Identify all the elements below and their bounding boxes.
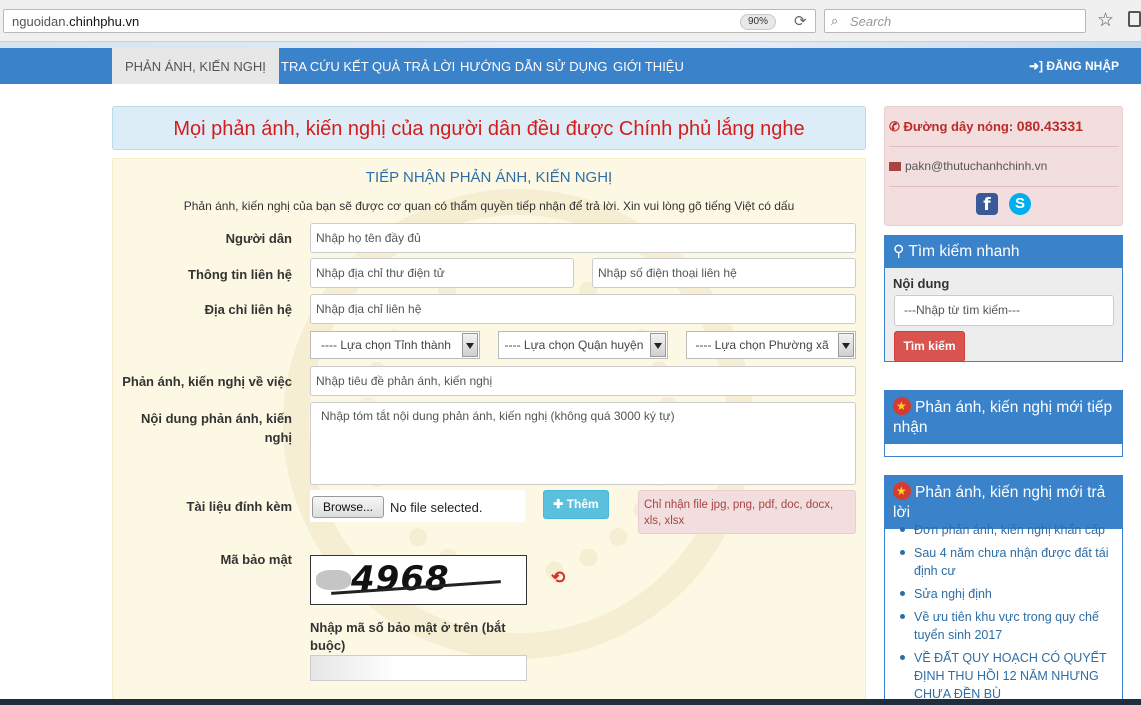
- label-contact-info: Thông tin liên hệ: [188, 267, 292, 282]
- emblem-icon: [893, 481, 911, 501]
- divider: [889, 146, 1119, 147]
- phone-icon: ✆: [889, 119, 904, 134]
- label-contact-address: Địa chỉ liên hệ: [204, 302, 292, 317]
- list-item[interactable]: Về ưu tiên khu vực trong quy chế tuyển s…: [898, 608, 1120, 644]
- new-received-panel: Phản ánh, kiến nghị mới tiếp nhận: [884, 390, 1123, 457]
- list-item[interactable]: VỀ ĐẤT QUY HOẠCH CÓ QUYẾT ĐỊNH THU HỒI 1…: [898, 649, 1120, 703]
- quick-search-title: Tìm kiếm nhanh: [908, 243, 1020, 260]
- login-icon: ➜]: [1028, 59, 1047, 73]
- label-content: Nội dung phản ánh, kiến nghị: [141, 411, 292, 445]
- login-link[interactable]: ➜] ĐĂNG NHẬP: [1029, 48, 1119, 84]
- slogan-banner: Mọi phản ánh, kiến nghị của người dân đề…: [112, 106, 866, 150]
- emblem-icon: [893, 396, 911, 416]
- content-textarea[interactable]: Nhập tóm tắt nội dung phản ánh, kiến ngh…: [310, 402, 856, 485]
- captcha-input[interactable]: [310, 655, 527, 681]
- new-received-title: Phản ánh, kiến nghị mới tiếp nhận: [893, 399, 1113, 436]
- envelope-icon: [889, 162, 901, 171]
- browse-button[interactable]: Browse...: [312, 496, 384, 518]
- quick-search-header: ⚲ Tìm kiếm nhanh: [885, 236, 1122, 268]
- form-title: TIẾP NHẬN PHẢN ÁNH, KIẾN NGHỊ: [365, 169, 613, 186]
- chevron-down-icon: [838, 333, 854, 357]
- nav-item-about[interactable]: GIỚI THIỆU: [600, 48, 697, 84]
- label-subject: Phản ánh, kiến nghị về việc: [122, 374, 292, 389]
- quick-search-button[interactable]: Tìm kiếm: [894, 331, 965, 362]
- answered-list: Đơn phản ánh, kiến nghị khẩn cấp Sau 4 n…: [898, 521, 1120, 705]
- new-received-header[interactable]: Phản ánh, kiến nghị mới tiếp nhận: [885, 391, 1122, 444]
- district-select[interactable]: ---- Lựa chọn Quận huyện: [498, 331, 668, 359]
- captcha-noise: [316, 570, 351, 590]
- captcha-image: 4968: [310, 555, 527, 605]
- province-select[interactable]: ---- Lựa chọn Tỉnh thành: [310, 331, 480, 359]
- ward-select[interactable]: ---- Lựa chọn Phường xã: [686, 331, 856, 359]
- zoom-indicator[interactable]: 90%: [740, 14, 776, 30]
- ward-select-value: ---- Lựa chọn Phường xã: [695, 338, 829, 352]
- url-text: nguoidan.chinhphu.vn: [12, 14, 140, 29]
- label-attachment: Tài liệu đính kèm: [186, 499, 292, 514]
- browser-toolbar: nguoidan.chinhphu.vn 90% ⟳ ⌕ Search ☆: [0, 0, 1141, 42]
- reload-icon[interactable]: ⟳: [794, 12, 807, 30]
- file-status: No file selected.: [390, 500, 483, 515]
- captcha-code: 4968: [351, 559, 450, 599]
- district-select-value: ---- Lựa chọn Quận huyện: [504, 338, 644, 352]
- chevron-down-icon: [462, 333, 478, 357]
- login-label: ĐĂNG NHẬP: [1046, 59, 1119, 73]
- name-input[interactable]: Nhập họ tên đầy đủ: [310, 223, 856, 253]
- divider: [889, 186, 1119, 187]
- address-bar[interactable]: nguoidan.chinhphu.vn 90% ⟳: [3, 9, 816, 33]
- nav-item-feedback[interactable]: PHẢN ÁNH, KIẾN NGHỊ: [112, 48, 279, 84]
- file-type-note: Chỉ nhận file jpg, png, pdf, doc, docx, …: [638, 490, 856, 534]
- address-input[interactable]: Nhập địa chỉ liên hệ: [310, 294, 856, 324]
- list-item[interactable]: Sau 4 năm chưa nhận được đất tái định cư: [898, 544, 1120, 580]
- captcha-refresh-icon[interactable]: ⟲: [551, 568, 565, 588]
- contact-email-text: pakn@thutuchanhchinh.vn: [905, 159, 1048, 173]
- add-file-label: Thêm: [566, 497, 599, 511]
- slogan-text: Mọi phản ánh, kiến nghị của người dân đề…: [173, 118, 805, 140]
- quick-search-label: Nội dung: [893, 276, 950, 291]
- browser-search-placeholder: Search: [850, 14, 892, 29]
- contact-email[interactable]: pakn@thutuchanhchinh.vn: [889, 159, 1047, 173]
- skype-icon[interactable]: S: [1009, 193, 1031, 215]
- chevron-down-icon: [650, 333, 666, 357]
- list-item[interactable]: Sửa nghị định: [898, 585, 1120, 603]
- list-item[interactable]: Đơn phản ánh, kiến nghị khẩn cấp: [898, 521, 1120, 539]
- phone-input[interactable]: Nhập số điện thoại liên hệ: [592, 258, 856, 288]
- main-nav: PHẢN ÁNH, KIẾN NGHỊ TRA CỨU KẾT QUẢ TRẢ …: [0, 48, 1141, 84]
- hotline: ✆ Đường dây nóng: 080.43331: [889, 118, 1083, 135]
- search-icon: ⌕: [831, 13, 839, 28]
- quick-search-input[interactable]: ---Nhập từ tìm kiếm---: [894, 295, 1114, 326]
- label-captcha: Mã bảo mật: [220, 552, 292, 567]
- new-answered-title: Phản ánh, kiến nghị mới trả lời: [893, 484, 1106, 521]
- form-intro: Phản ánh, kiến nghị của bạn sẽ được cơ q…: [183, 199, 795, 213]
- browser-search-input[interactable]: ⌕ Search: [824, 9, 1086, 33]
- province-select-value: ---- Lựa chọn Tỉnh thành: [321, 338, 451, 352]
- subject-input[interactable]: Nhập tiêu đề phản ánh, kiến nghị: [310, 366, 856, 396]
- label-citizen: Người dân: [225, 231, 292, 246]
- nav-item-guide[interactable]: HƯỚNG DẪN SỬ DỤNG: [447, 48, 620, 84]
- nav-item-lookup[interactable]: TRA CỨU KẾT QUẢ TRẢ LỜI: [268, 48, 468, 84]
- captcha-prompt: Nhập mã số bảo mật ở trên (bắt buộc): [310, 620, 506, 653]
- bookmark-star-icon[interactable]: ☆: [1097, 9, 1114, 32]
- email-input[interactable]: Nhập địa chỉ thư điện tử: [310, 258, 574, 288]
- add-file-button[interactable]: ✚ Thêm: [543, 490, 609, 519]
- facebook-icon[interactable]: f: [976, 193, 998, 215]
- clipboard-icon[interactable]: [1128, 11, 1141, 27]
- file-input[interactable]: Browse... No file selected.: [310, 490, 525, 522]
- hotline-number: 080.43331: [1016, 118, 1083, 134]
- os-taskbar: [0, 699, 1141, 705]
- search-icon: ⚲: [893, 243, 909, 260]
- hotline-label: Đường dây nóng:: [903, 119, 1014, 134]
- plus-icon: ✚: [553, 497, 567, 511]
